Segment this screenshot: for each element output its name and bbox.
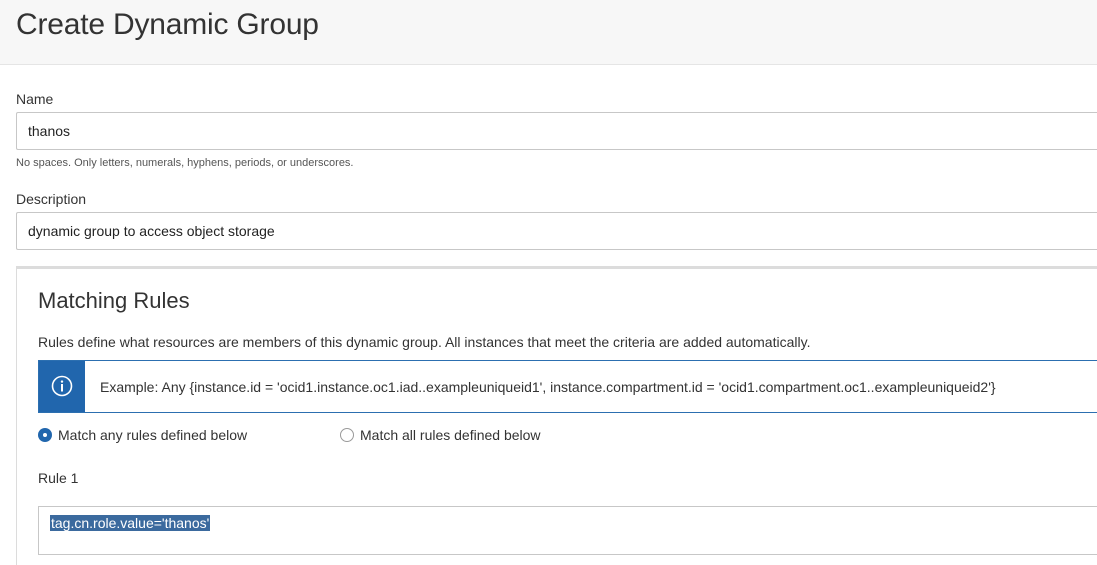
match-all-label: Match all rules defined below — [360, 427, 541, 443]
name-hint: No spaces. Only letters, numerals, hyphe… — [16, 157, 354, 169]
matching-rules-description: Rules define what resources are members … — [38, 334, 811, 350]
description-input[interactable]: dynamic group to access object storage — [16, 212, 1097, 250]
info-icon-container — [39, 361, 85, 412]
name-label: Name — [16, 91, 54, 107]
rule-1-selected-text[interactable]: tag.cn.role.value='thanos' — [50, 515, 211, 531]
page-header: Create Dynamic Group — [0, 0, 1097, 65]
example-info-box: Example: Any {instance.id = 'ocid1.insta… — [38, 360, 1097, 413]
page-title: Create Dynamic Group — [16, 8, 319, 41]
matching-rules-title: Matching Rules — [38, 288, 190, 313]
radio-checked-icon[interactable] — [38, 428, 52, 442]
radio-unchecked-icon[interactable] — [340, 428, 354, 442]
example-text: Example: Any {instance.id = 'ocid1.insta… — [100, 379, 996, 395]
match-any-label: Match any rules defined below — [58, 427, 248, 443]
description-label: Description — [16, 191, 87, 207]
rule-1-label: Rule 1 — [38, 470, 79, 486]
match-any-radio[interactable]: Match any rules defined below — [38, 426, 247, 444]
rule-1-input[interactable]: tag.cn.role.value='thanos' — [38, 506, 1097, 555]
name-input[interactable]: thanos — [16, 112, 1097, 150]
info-circle-icon — [51, 375, 73, 397]
match-all-radio[interactable]: Match all rules defined below — [340, 426, 541, 444]
